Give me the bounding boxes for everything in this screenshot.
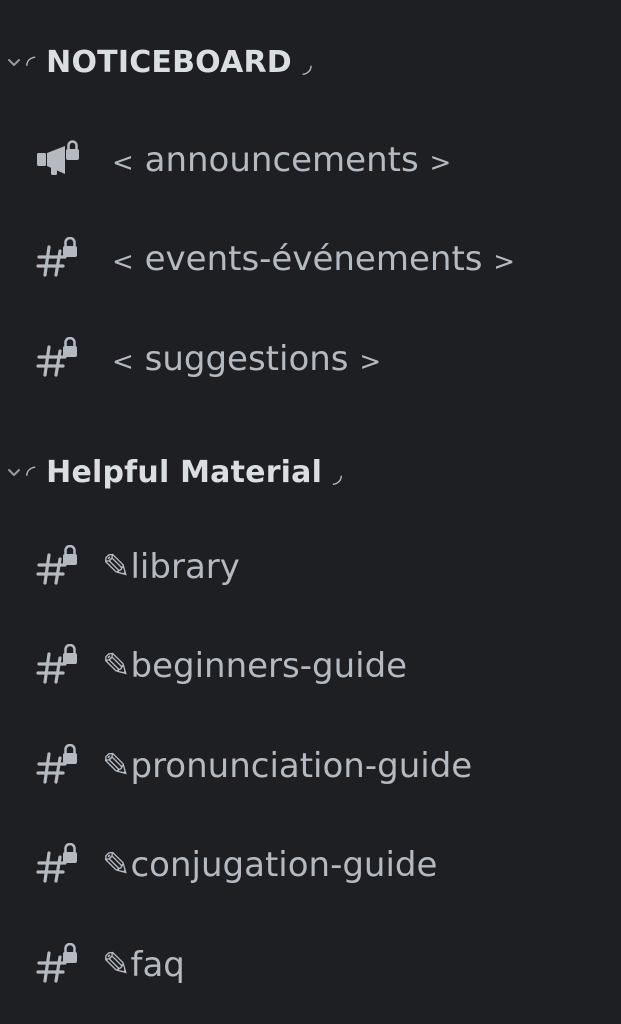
channel-name: ✎conjugation-guide (102, 845, 438, 885)
channel-bracket-open: < (112, 347, 134, 377)
megaphone-lock-icon (34, 136, 82, 184)
hashtag-lock-icon (34, 841, 82, 889)
channel-beginners-guide[interactable]: ✎beginners-guide (0, 636, 621, 696)
channel-events-evenements[interactable]: < events-événements > (0, 229, 621, 289)
category-noticeboard[interactable]: ◜ NOTICEBOARD ◞ (0, 40, 312, 84)
channel-library[interactable]: ✎library (0, 537, 621, 597)
channel-suggestions[interactable]: < suggestions > (0, 329, 621, 389)
hashtag-lock-icon (34, 742, 82, 790)
hashtag-lock-icon (34, 543, 82, 591)
hashtag-lock-icon (34, 642, 82, 690)
channel-bracket-close: > (493, 247, 516, 277)
hashtag-lock-icon (34, 235, 82, 283)
channel-name: announcements (144, 140, 419, 180)
channel-label: < suggestions > (112, 339, 381, 379)
channel-bracket-close: > (359, 347, 382, 377)
channel-conjugation-guide[interactable]: ✎conjugation-guide (0, 835, 621, 895)
chevron-down-icon (2, 50, 26, 74)
channel-name: suggestions (144, 339, 349, 379)
channel-name: ✎faq (102, 945, 185, 985)
hashtag-lock-icon (34, 941, 82, 989)
category-deco-left: ◜ (26, 49, 36, 78)
category-deco-right: ◞ (302, 49, 313, 78)
channel-name: ✎pronunciation-guide (102, 746, 473, 786)
category-deco-right: ◞ (332, 459, 343, 488)
channel-bracket-open: < (112, 148, 134, 178)
channel-faq[interactable]: ✎faq (0, 935, 621, 995)
channel-name: events-événements (144, 239, 483, 279)
channel-bracket-close: > (429, 148, 452, 178)
channel-name: ✎library (102, 547, 240, 587)
channel-announcements[interactable]: < announcements > (0, 130, 621, 190)
category-name: NOTICEBOARD (46, 44, 292, 80)
category-label: ◜ Helpful Material ◞ (26, 455, 342, 490)
category-helpful-material[interactable]: ◜ Helpful Material ◞ (0, 450, 342, 494)
channel-pronunciation-guide[interactable]: ✎pronunciation-guide (0, 736, 621, 796)
channel-label: < events-événements > (112, 239, 515, 279)
chevron-down-icon (2, 460, 26, 484)
channel-label: < announcements > (112, 140, 451, 180)
channel-name: ✎beginners-guide (102, 646, 408, 686)
channel-bracket-open: < (112, 247, 134, 277)
category-name: Helpful Material (46, 454, 323, 490)
hashtag-lock-icon (34, 335, 82, 383)
category-label: ◜ NOTICEBOARD ◞ (26, 45, 312, 80)
category-deco-left: ◜ (26, 459, 36, 488)
